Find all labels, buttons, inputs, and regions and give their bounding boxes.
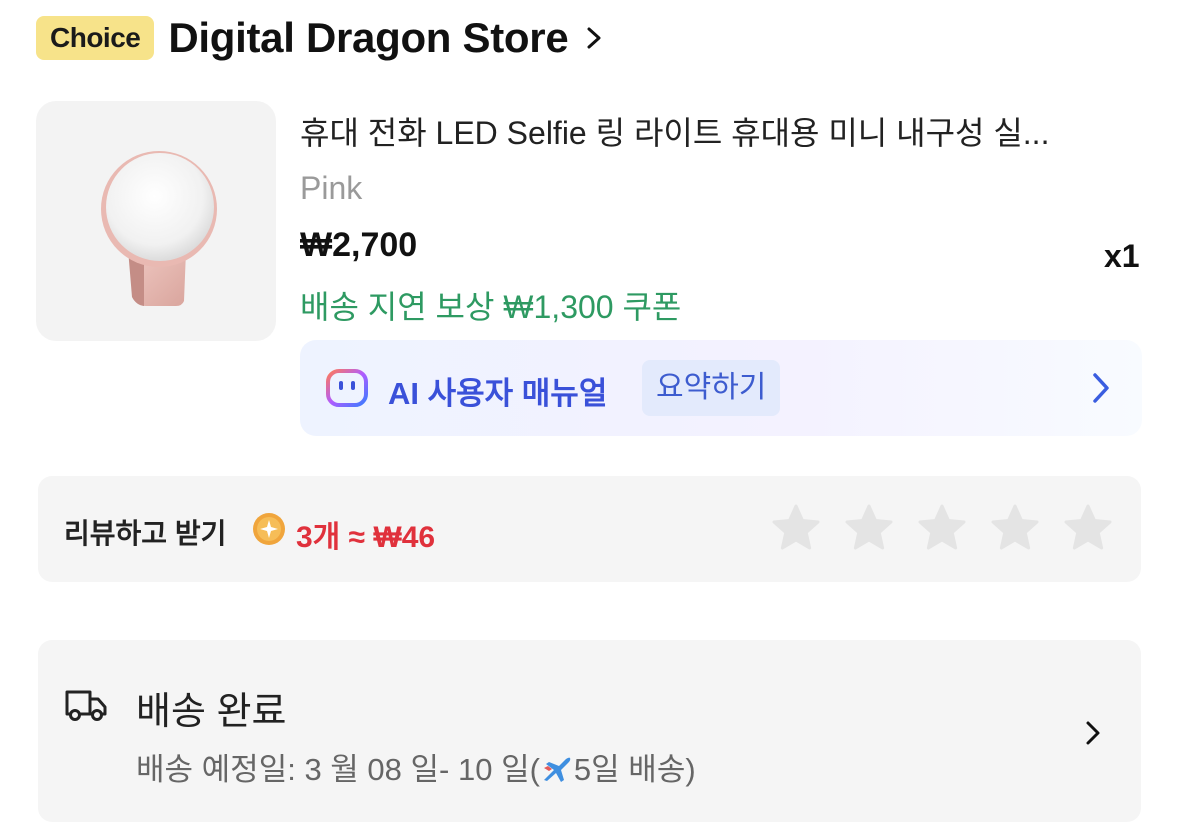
ring-light-image bbox=[101, 151, 217, 306]
estimate-text: 배송 예정일: 3 월 08 일- 10 일( bbox=[136, 752, 540, 787]
review-reward: 3개 ≈ ₩46 bbox=[296, 521, 436, 554]
product-price: ₩2,700 bbox=[300, 226, 418, 264]
review-label: 리뷰하고 받기 bbox=[64, 518, 227, 549]
star-icon[interactable] bbox=[990, 503, 1040, 553]
choice-badge: Choice bbox=[36, 16, 155, 60]
chevron-right-icon[interactable] bbox=[1085, 720, 1101, 746]
ai-bot-icon bbox=[326, 369, 368, 407]
store-header[interactable]: Choice Digital Dragon Store bbox=[36, 12, 602, 64]
store-name[interactable]: Digital Dragon Store bbox=[168, 14, 568, 62]
coin-icon bbox=[253, 513, 285, 545]
star-icon[interactable] bbox=[917, 503, 967, 553]
review-reward-card[interactable]: 리뷰하고 받기 3개 ≈ ₩46 bbox=[38, 476, 1141, 582]
product-title[interactable]: 휴대 전화 LED Selfie 링 라이트 휴대용 미니 내구성 실... bbox=[300, 108, 1140, 154]
product-image[interactable] bbox=[36, 101, 276, 341]
chevron-right-icon[interactable] bbox=[586, 26, 602, 50]
chevron-right-icon[interactable] bbox=[1092, 372, 1110, 404]
delivery-status-card[interactable]: 배송 완료 배송 예정일: 3 월 08 일- 10 일( 5일 배송) bbox=[38, 640, 1141, 822]
product-variant: Pink bbox=[300, 170, 363, 206]
star-icon[interactable] bbox=[1063, 503, 1113, 553]
delivery-estimate: 배송 예정일: 3 월 08 일- 10 일( 5일 배송) bbox=[136, 744, 696, 789]
product-quantity: x1 bbox=[1104, 238, 1140, 274]
airplane-icon bbox=[543, 757, 571, 782]
summarize-button[interactable]: 요약하기 bbox=[642, 360, 781, 416]
estimate-days: 5일 배송) bbox=[573, 752, 696, 787]
star-icon[interactable] bbox=[771, 503, 821, 553]
star-icon[interactable] bbox=[844, 503, 894, 553]
ai-manual-label: AI 사용자 매뉴얼 bbox=[388, 376, 608, 411]
truck-icon bbox=[65, 690, 107, 721]
ai-manual-card[interactable]: AI 사용자 매뉴얼 요약하기 bbox=[300, 340, 1142, 436]
delivery-status: 배송 완료 bbox=[136, 691, 287, 733]
delay-compensation-coupon: 배송 지연 보상 ₩1,300 쿠폰 bbox=[300, 289, 682, 325]
